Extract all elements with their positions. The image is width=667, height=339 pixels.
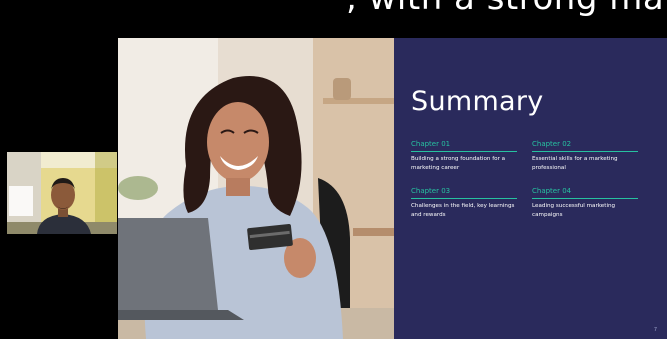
chapter-4: Chapter 04 Leading successful marketing … xyxy=(532,187,638,220)
participant-video-image xyxy=(7,152,117,234)
chapter-2-text: Essential skills for a marketing profess… xyxy=(532,156,618,171)
chapter-2-label: Chapter 02 xyxy=(532,140,572,148)
chapter-1: Chapter 01 Building a strong foundation … xyxy=(411,140,517,173)
chapter-2: Chapter 02 Essential skills for a market… xyxy=(532,140,638,173)
chapter-1-label: Chapter 01 xyxy=(411,140,451,148)
participant-video-tile[interactable] xyxy=(7,152,117,234)
chapter-3-divider xyxy=(411,198,517,199)
slide-photo xyxy=(118,38,394,339)
slide-title: Summary xyxy=(411,86,544,117)
chapter-3: Chapter 03 Challenges in the field, key … xyxy=(411,187,517,220)
caption-text: , with a strong marketing xyxy=(346,0,667,18)
caption-bar: , with a strong marketing xyxy=(0,0,667,38)
chapter-4-text: Leading successful marketing campaigns xyxy=(532,203,616,218)
chapter-4-divider xyxy=(532,198,638,199)
chapter-1-divider xyxy=(411,151,517,152)
chapter-1-text: Building a strong foundation for a marke… xyxy=(411,156,506,171)
slide-page-number: 7 xyxy=(653,327,657,333)
chapter-2-divider xyxy=(532,151,638,152)
chapter-3-label: Chapter 03 xyxy=(411,187,451,195)
chapter-4-label: Chapter 04 xyxy=(532,187,572,195)
chapter-3-text: Challenges in the field, key learnings a… xyxy=(411,203,515,218)
woman-with-card-image xyxy=(118,38,394,339)
